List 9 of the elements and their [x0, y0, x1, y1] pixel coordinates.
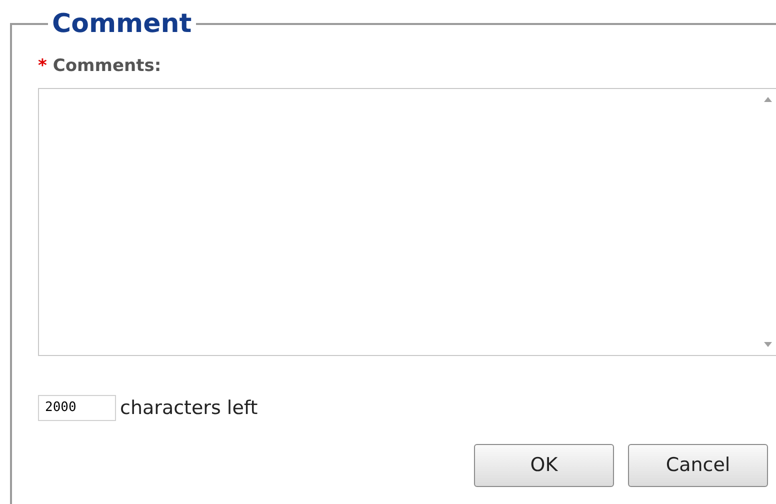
scroll-down-icon[interactable]	[764, 342, 772, 346]
field-label: Comments:	[52, 55, 162, 78]
scroll-up-icon[interactable]	[764, 96, 772, 102]
required-mark: *	[38, 55, 47, 78]
counter-field[interactable]: 2000	[38, 394, 116, 421]
section-title: Comment	[51, 10, 193, 38]
cancel-button[interactable]: Cancel	[628, 444, 768, 487]
counter-label: characters left	[120, 396, 258, 420]
ok-button[interactable]: OK	[474, 444, 614, 487]
